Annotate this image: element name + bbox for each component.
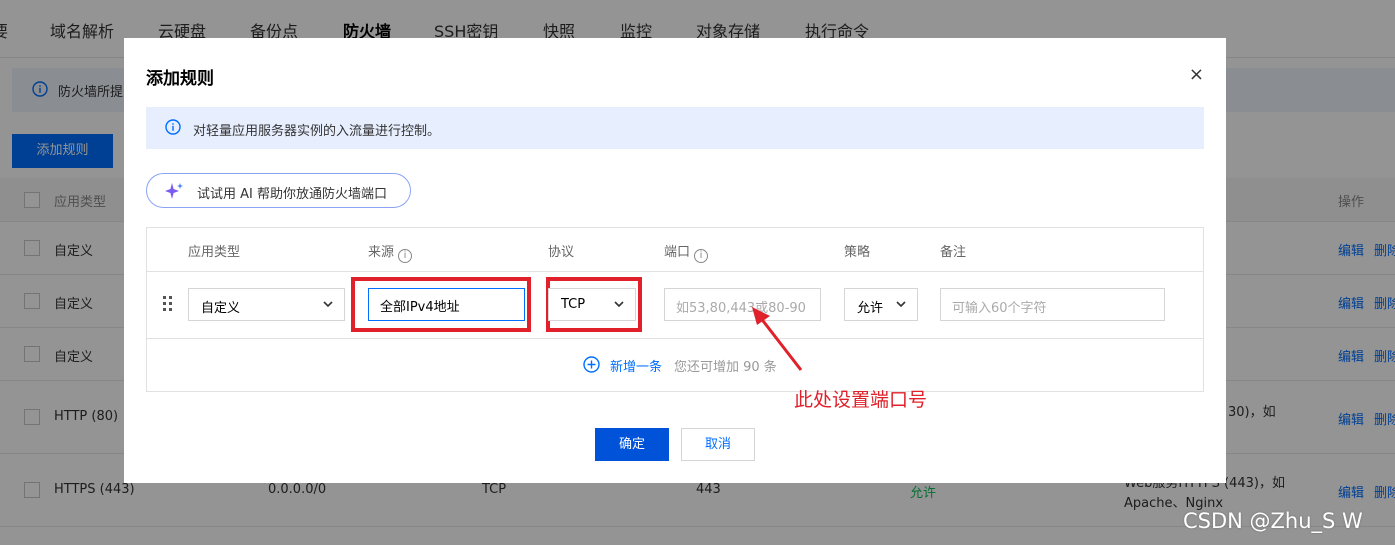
rule-row: 自定义 全部IPv4地址 TCP 如53,80,443或80-90 允许 可输入… [147, 272, 1203, 339]
dialog-title: 添加规则 [146, 69, 214, 89]
col-port: 端口 i [664, 241, 709, 263]
col-source: 来源 i [368, 241, 413, 263]
confirm-button[interactable]: 确定 [595, 428, 669, 461]
ai-assist-button[interactable]: 试试用 AI 帮助你放通防火墙端口 [146, 173, 411, 208]
add-row-button[interactable]: 新增一条 [610, 356, 662, 375]
annotation-text: 此处设置端口号 [794, 389, 928, 411]
sparkle-icon [165, 183, 183, 199]
chevron-down-icon [614, 301, 624, 308]
help-icon[interactable]: i [398, 249, 413, 263]
add-row-area: 新增一条 您还可增加 90 条 [147, 339, 1203, 391]
col-protocol: 协议 [548, 245, 575, 260]
policy-value: 允许 [857, 301, 884, 316]
col-port-label: 端口 [664, 245, 691, 260]
add-row-hint: 您还可增加 90 条 [674, 360, 777, 375]
rule-form-header: 应用类型 来源 i 协议 端口 i 策略 备注 [147, 228, 1203, 272]
cancel-button[interactable]: 取消 [681, 428, 755, 461]
dialog-notice: 对轻量应用服务器实例的入流量进行控制。 [146, 107, 1204, 149]
app-type-select[interactable]: 自定义 [188, 288, 345, 321]
chevron-down-icon [323, 301, 333, 308]
protocol-select[interactable]: TCP [548, 288, 636, 321]
source-value: 全部IPv4地址 [380, 300, 460, 315]
dialog-notice-text: 对轻量应用服务器实例的入流量进行控制。 [193, 124, 441, 139]
rule-form-table: 应用类型 来源 i 协议 端口 i 策略 备注 自定义 全部IPv4地址 TCP… [146, 227, 1204, 392]
source-input[interactable]: 全部IPv4地址 [368, 288, 525, 321]
col-app-type: 应用类型 [188, 245, 241, 260]
note-input[interactable]: 可输入60个字符 [940, 288, 1165, 321]
port-placeholder: 如53,80,443或80-90 [676, 301, 806, 316]
chevron-down-icon [896, 301, 906, 308]
close-icon[interactable]: × [1189, 66, 1204, 84]
help-icon[interactable]: i [694, 249, 709, 263]
watermark: CSDN @Zhu_S W [1183, 509, 1363, 533]
col-policy: 策略 [844, 245, 871, 260]
info-icon [165, 119, 181, 135]
ai-assist-label: 试试用 AI 帮助你放通防火墙端口 [197, 187, 387, 202]
protocol-value: TCP [561, 297, 586, 312]
app-type-value: 自定义 [201, 301, 241, 316]
note-placeholder: 可输入60个字符 [952, 301, 1047, 316]
port-input[interactable]: 如53,80,443或80-90 [664, 288, 821, 321]
col-source-label: 来源 [368, 245, 395, 260]
add-rule-dialog: 添加规则 × 对轻量应用服务器实例的入流量进行控制。 试试用 AI 帮助你放通防… [124, 38, 1226, 483]
col-note: 备注 [940, 245, 967, 260]
policy-select[interactable]: 允许 [844, 288, 918, 321]
drag-handle-icon[interactable] [163, 296, 175, 314]
add-circle-icon[interactable] [583, 356, 600, 373]
